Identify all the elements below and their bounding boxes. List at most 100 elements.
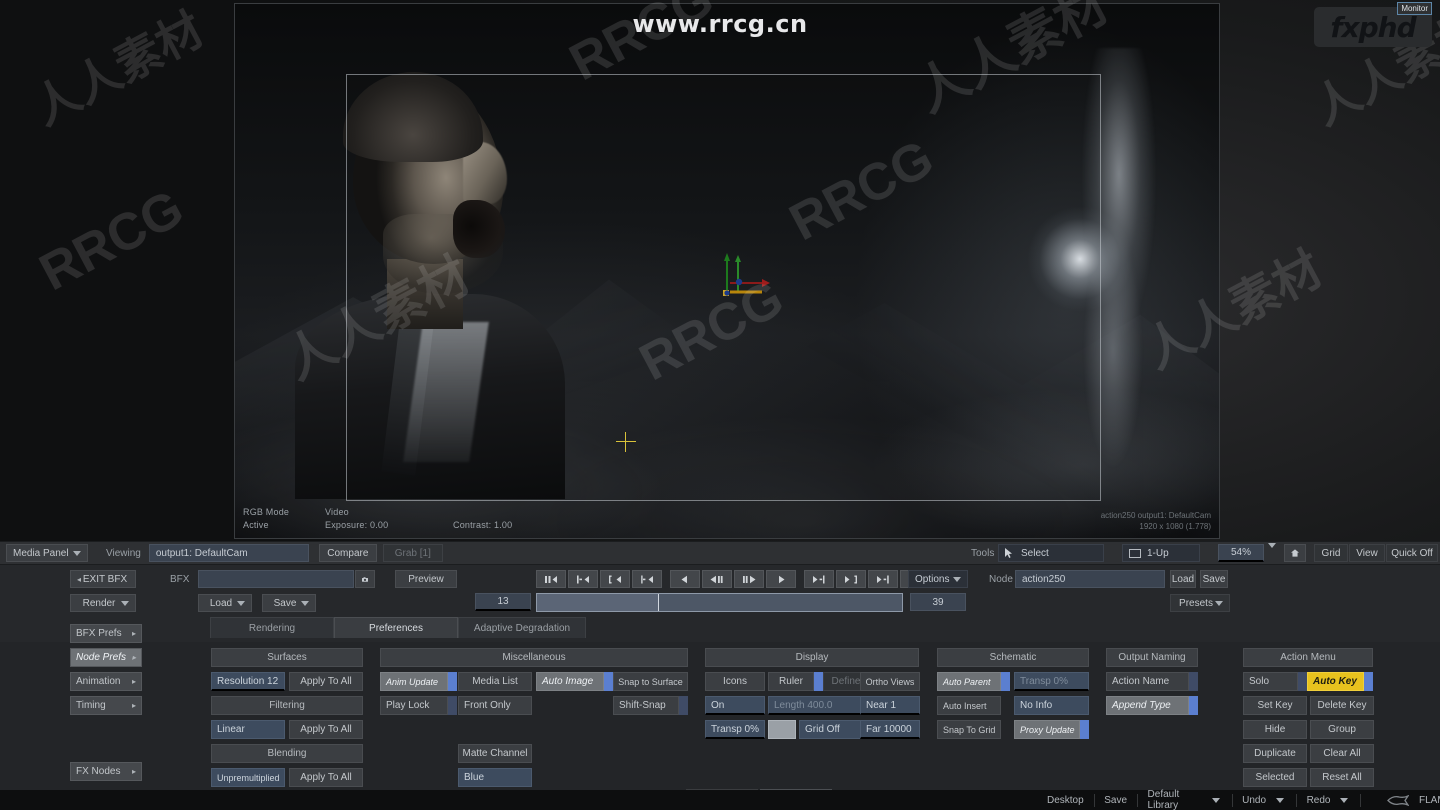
proxy-update-indicator[interactable] [1080, 720, 1089, 739]
bfx-load-dropdown[interactable]: Load [198, 594, 252, 612]
sidebar-item-fx-nodes[interactable]: FX Nodes ▸ [70, 762, 142, 781]
resolution-field[interactable]: Resolution 12 [211, 672, 285, 691]
node-save-button[interactable]: Save [1200, 570, 1228, 588]
options-dropdown[interactable]: Options [908, 570, 968, 588]
media-panel-dropdown[interactable]: Media Panel [6, 544, 88, 562]
anim-update-toggle[interactable]: Anim Update [380, 672, 457, 691]
sidebar-item-node-prefs[interactable]: Node Prefs ▸ [70, 648, 142, 667]
bfx-name-field[interactable] [198, 570, 354, 588]
bfx-save-dropdown[interactable]: Save [262, 594, 316, 612]
duplicate-button[interactable]: Duplicate [1243, 744, 1307, 763]
exit-bfx-button[interactable]: ◂ EXIT BFX [70, 570, 136, 588]
node-load-button[interactable]: Load [1170, 570, 1196, 588]
sidebar-item-bfx-prefs[interactable]: BFX Prefs ▸ [70, 624, 142, 643]
shift-snap-toggle[interactable]: Shift-Snap [613, 696, 688, 715]
selected-button[interactable]: Selected [1243, 768, 1307, 787]
desktop-button[interactable]: Desktop [1043, 795, 1088, 806]
transport-play-reverse-button[interactable] [670, 570, 700, 588]
clear-all-button[interactable]: Clear All [1310, 744, 1374, 763]
auto-parent-indicator[interactable] [1001, 672, 1010, 691]
filtering-value-field[interactable]: Linear [211, 720, 285, 739]
viewing-value-field[interactable]: output1: DefaultCam [148, 544, 309, 562]
save-button[interactable]: Save [1100, 795, 1131, 806]
view-button[interactable]: View [1349, 544, 1385, 562]
set-key-button[interactable]: Set Key [1243, 696, 1307, 715]
chevron-down-icon[interactable] [1276, 797, 1285, 803]
tab-rendering[interactable]: Rendering [210, 617, 334, 638]
auto-parent-toggle[interactable]: Auto Parent [937, 672, 1010, 691]
transport-step-forward-button[interactable] [734, 570, 764, 588]
zoom-field[interactable]: 54% [1218, 544, 1264, 562]
ruler-indicator[interactable] [814, 672, 823, 691]
action-name-toggle[interactable]: Action Name [1106, 672, 1198, 691]
quick-button[interactable]: Quick Off [1386, 544, 1438, 562]
transport-out-point-button[interactable] [804, 570, 834, 588]
hide-button[interactable]: Hide [1243, 720, 1307, 739]
zoom-dropdown-arrow[interactable] [1268, 542, 1276, 559]
proxy-update-toggle[interactable]: Proxy Update [1014, 720, 1089, 739]
append-type-indicator[interactable] [1189, 696, 1198, 715]
reset-all-button[interactable]: Reset All [1310, 768, 1374, 787]
grab-button[interactable]: Grab [1] [382, 544, 443, 562]
transport-next-key-button[interactable] [868, 570, 898, 588]
matte-channel-value[interactable]: Blue [458, 768, 532, 787]
blending-value-field[interactable]: Unpremultiplied [211, 768, 285, 787]
media-list-button[interactable]: Media List [458, 672, 532, 691]
schematic-transp-field[interactable]: Transp 0% [1014, 672, 1089, 691]
render-dropdown[interactable]: Render [70, 594, 136, 612]
shift-snap-indicator[interactable] [679, 696, 688, 715]
apply-to-all-blending-button[interactable]: Apply To All [289, 768, 363, 787]
transport-goto-start-button[interactable] [568, 570, 598, 588]
chevron-down-icon[interactable] [1340, 797, 1349, 803]
no-info-field[interactable]: No Info [1014, 696, 1089, 715]
sidebar-item-animation[interactable]: Animation ▸ [70, 672, 142, 691]
timeline-scrubber[interactable] [536, 593, 903, 612]
transport-goto-out-button[interactable] [836, 570, 866, 588]
redo-button[interactable]: Redo [1303, 795, 1335, 806]
auto-image-indicator[interactable] [604, 672, 613, 691]
apply-to-all-surfaces-button[interactable]: Apply To All [289, 672, 363, 691]
compare-button[interactable]: Compare [318, 544, 377, 562]
auto-image-toggle[interactable]: Auto Image [536, 672, 613, 691]
chevron-down-icon[interactable] [1211, 797, 1220, 803]
auto-key-indicator[interactable] [1364, 672, 1373, 691]
transport-step-back-field-button[interactable] [632, 570, 662, 588]
tool-select-field[interactable]: Select [998, 544, 1104, 562]
solo-toggle[interactable]: Solo [1243, 672, 1307, 691]
grid-state-field[interactable]: Grid Off [799, 720, 869, 739]
snap-to-surface-button[interactable]: Snap to Surface [613, 672, 688, 691]
preview-button[interactable]: Preview [395, 570, 457, 588]
anim-update-indicator[interactable] [448, 672, 457, 691]
timecode-out-field[interactable]: 39 [910, 593, 966, 611]
group-button[interactable]: Group [1310, 720, 1374, 739]
transport-play-forward-button[interactable] [766, 570, 796, 588]
ruler-length-field[interactable]: Length 400.0 [768, 696, 869, 715]
tab-adaptive-degradation[interactable]: Adaptive Degradation [458, 617, 586, 638]
icons-button[interactable]: Icons [705, 672, 765, 691]
ruler-toggle[interactable]: Ruler [768, 672, 823, 691]
monitor-viewport[interactable]: RGB Mode Video Active Exposure: 0.00 Con… [234, 3, 1220, 539]
undo-button[interactable]: Undo [1238, 795, 1270, 806]
timecode-in-field[interactable]: 13 [475, 593, 531, 611]
transport-in-point-back-button[interactable] [600, 570, 630, 588]
delete-key-button[interactable]: Delete Key [1310, 696, 1374, 715]
action-name-indicator[interactable] [1189, 672, 1198, 691]
presets-dropdown[interactable]: Presets [1170, 594, 1230, 612]
auto-insert-button[interactable]: Auto Insert [937, 696, 1001, 715]
transport-step-back-button[interactable] [702, 570, 732, 588]
icons-state-field[interactable]: On [705, 696, 765, 715]
layout-select-field[interactable]: 1-Up [1122, 544, 1200, 562]
front-only-button[interactable]: Front Only [458, 696, 532, 715]
far-clip-field[interactable]: Far 10000 [860, 720, 920, 739]
ortho-views-button[interactable]: Ortho Views [860, 672, 920, 691]
sidebar-item-timing[interactable]: Timing ▸ [70, 696, 142, 715]
append-type-toggle[interactable]: Append Type [1106, 696, 1198, 715]
snap-to-grid-button[interactable]: Snap To Grid [937, 720, 1001, 739]
grid-button[interactable]: Grid [1314, 544, 1348, 562]
library-dropdown[interactable]: Default Library [1144, 789, 1186, 810]
play-lock-indicator[interactable] [448, 696, 457, 715]
home-icon[interactable] [1284, 544, 1306, 562]
apply-to-all-filtering-button[interactable]: Apply To All [289, 720, 363, 739]
camera-icon[interactable] [355, 570, 375, 588]
play-lock-toggle[interactable]: Play Lock [380, 696, 457, 715]
